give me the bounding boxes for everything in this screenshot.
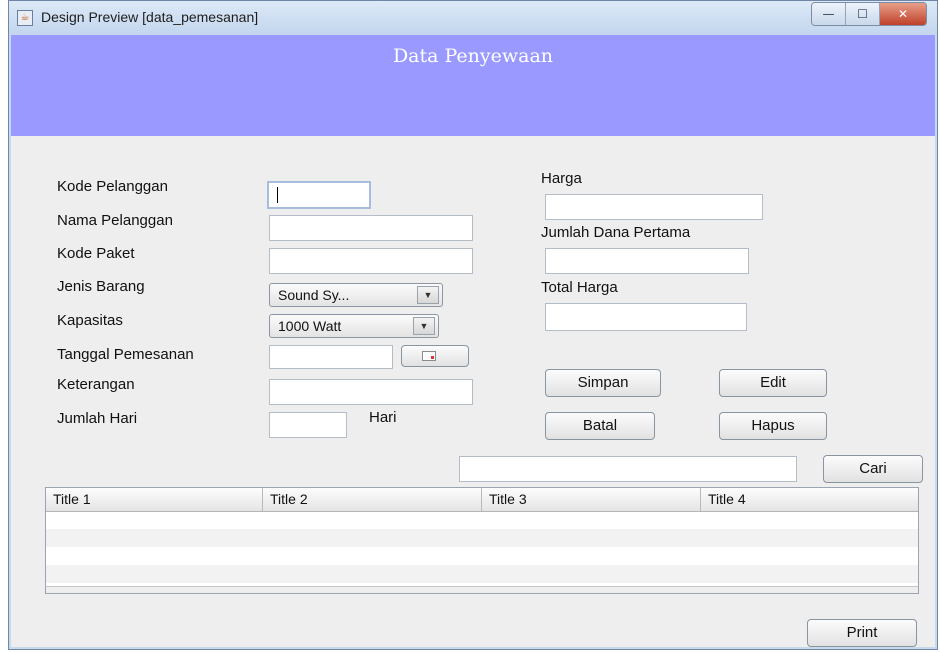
cari-button[interactable]: Cari: [823, 455, 923, 483]
data-table[interactable]: Title 1 Title 2 Title 3 Title 4: [45, 487, 919, 594]
table-column-header[interactable]: Title 2: [263, 488, 482, 511]
tanggal-pemesanan-label: Tanggal Pemesanan: [57, 346, 194, 363]
jumlah-dana-pertama-label: Jumlah Dana Pertama: [541, 224, 691, 241]
table-header: Title 1 Title 2 Title 3 Title 4: [46, 488, 918, 512]
jumlah-hari-field[interactable]: [269, 412, 347, 438]
window-title: Design Preview [data_pemesanan]: [41, 9, 259, 25]
keterangan-field[interactable]: [269, 379, 473, 405]
kapasitas-combobox[interactable]: 1000 Watt ▼: [269, 314, 439, 338]
java-cup-icon: ☕: [17, 10, 33, 26]
kode-pelanggan-label: Kode Pelanggan: [57, 178, 168, 195]
search-input[interactable]: [459, 456, 797, 482]
nama-pelanggan-field[interactable]: [269, 215, 473, 241]
print-button[interactable]: Print: [807, 619, 917, 647]
hapus-button[interactable]: Hapus: [719, 412, 827, 440]
close-button[interactable]: ✕: [880, 3, 926, 25]
kode-pelanggan-field[interactable]: [267, 181, 371, 209]
table-row[interactable]: [46, 529, 918, 547]
date-picker-button[interactable]: [401, 345, 469, 367]
jenis-barang-label: Jenis Barang: [57, 278, 145, 295]
jenis-barang-selected: Sound Sy...: [278, 287, 350, 303]
dropdown-arrow-icon[interactable]: ▼: [413, 317, 435, 335]
dropdown-arrow-icon[interactable]: ▼: [417, 286, 439, 304]
table-column-header[interactable]: Title 4: [701, 488, 918, 511]
kapasitas-selected: 1000 Watt: [278, 318, 342, 334]
calendar-icon: [422, 351, 436, 361]
kapasitas-label: Kapasitas: [57, 312, 123, 329]
harga-label: Harga: [541, 170, 582, 187]
table-empty-area: [46, 586, 918, 593]
table-column-header[interactable]: Title 1: [46, 488, 263, 511]
edit-button[interactable]: Edit: [719, 369, 827, 397]
table-column-header[interactable]: Title 3: [482, 488, 701, 511]
nama-pelanggan-label: Nama Pelanggan: [57, 212, 173, 229]
jumlah-dana-pertama-field[interactable]: [545, 248, 749, 274]
title-bar[interactable]: ☕ Design Preview [data_pemesanan] — ☐ ✕: [9, 1, 937, 35]
tanggal-pemesanan-field[interactable]: [269, 345, 393, 369]
minimize-button[interactable]: —: [812, 3, 846, 25]
form-panel: Data Penyewaan Kode Pelanggan Nama Pelan…: [11, 35, 935, 647]
header-banner: Data Penyewaan: [11, 35, 935, 136]
harga-field[interactable]: [545, 194, 763, 220]
table-row[interactable]: [46, 511, 918, 529]
app-window: ☕ Design Preview [data_pemesanan] — ☐ ✕ …: [8, 0, 938, 650]
total-harga-field[interactable]: [545, 303, 747, 331]
keterangan-label: Keterangan: [57, 376, 135, 393]
table-row[interactable]: [46, 565, 918, 583]
total-harga-label: Total Harga: [541, 279, 618, 296]
batal-button[interactable]: Batal: [545, 412, 655, 440]
hari-unit-label: Hari: [369, 409, 397, 426]
kode-paket-field[interactable]: [269, 248, 473, 274]
jumlah-hari-label: Jumlah Hari: [57, 410, 138, 427]
jenis-barang-combobox[interactable]: Sound Sy... ▼: [269, 283, 443, 307]
window-controls: — ☐ ✕: [811, 2, 927, 26]
page-title: Data Penyewaan: [392, 45, 554, 67]
text-caret: [277, 187, 278, 203]
maximize-button[interactable]: ☐: [846, 3, 880, 25]
kode-paket-label: Kode Paket: [57, 245, 135, 262]
table-row[interactable]: [46, 547, 918, 565]
simpan-button[interactable]: Simpan: [545, 369, 661, 397]
